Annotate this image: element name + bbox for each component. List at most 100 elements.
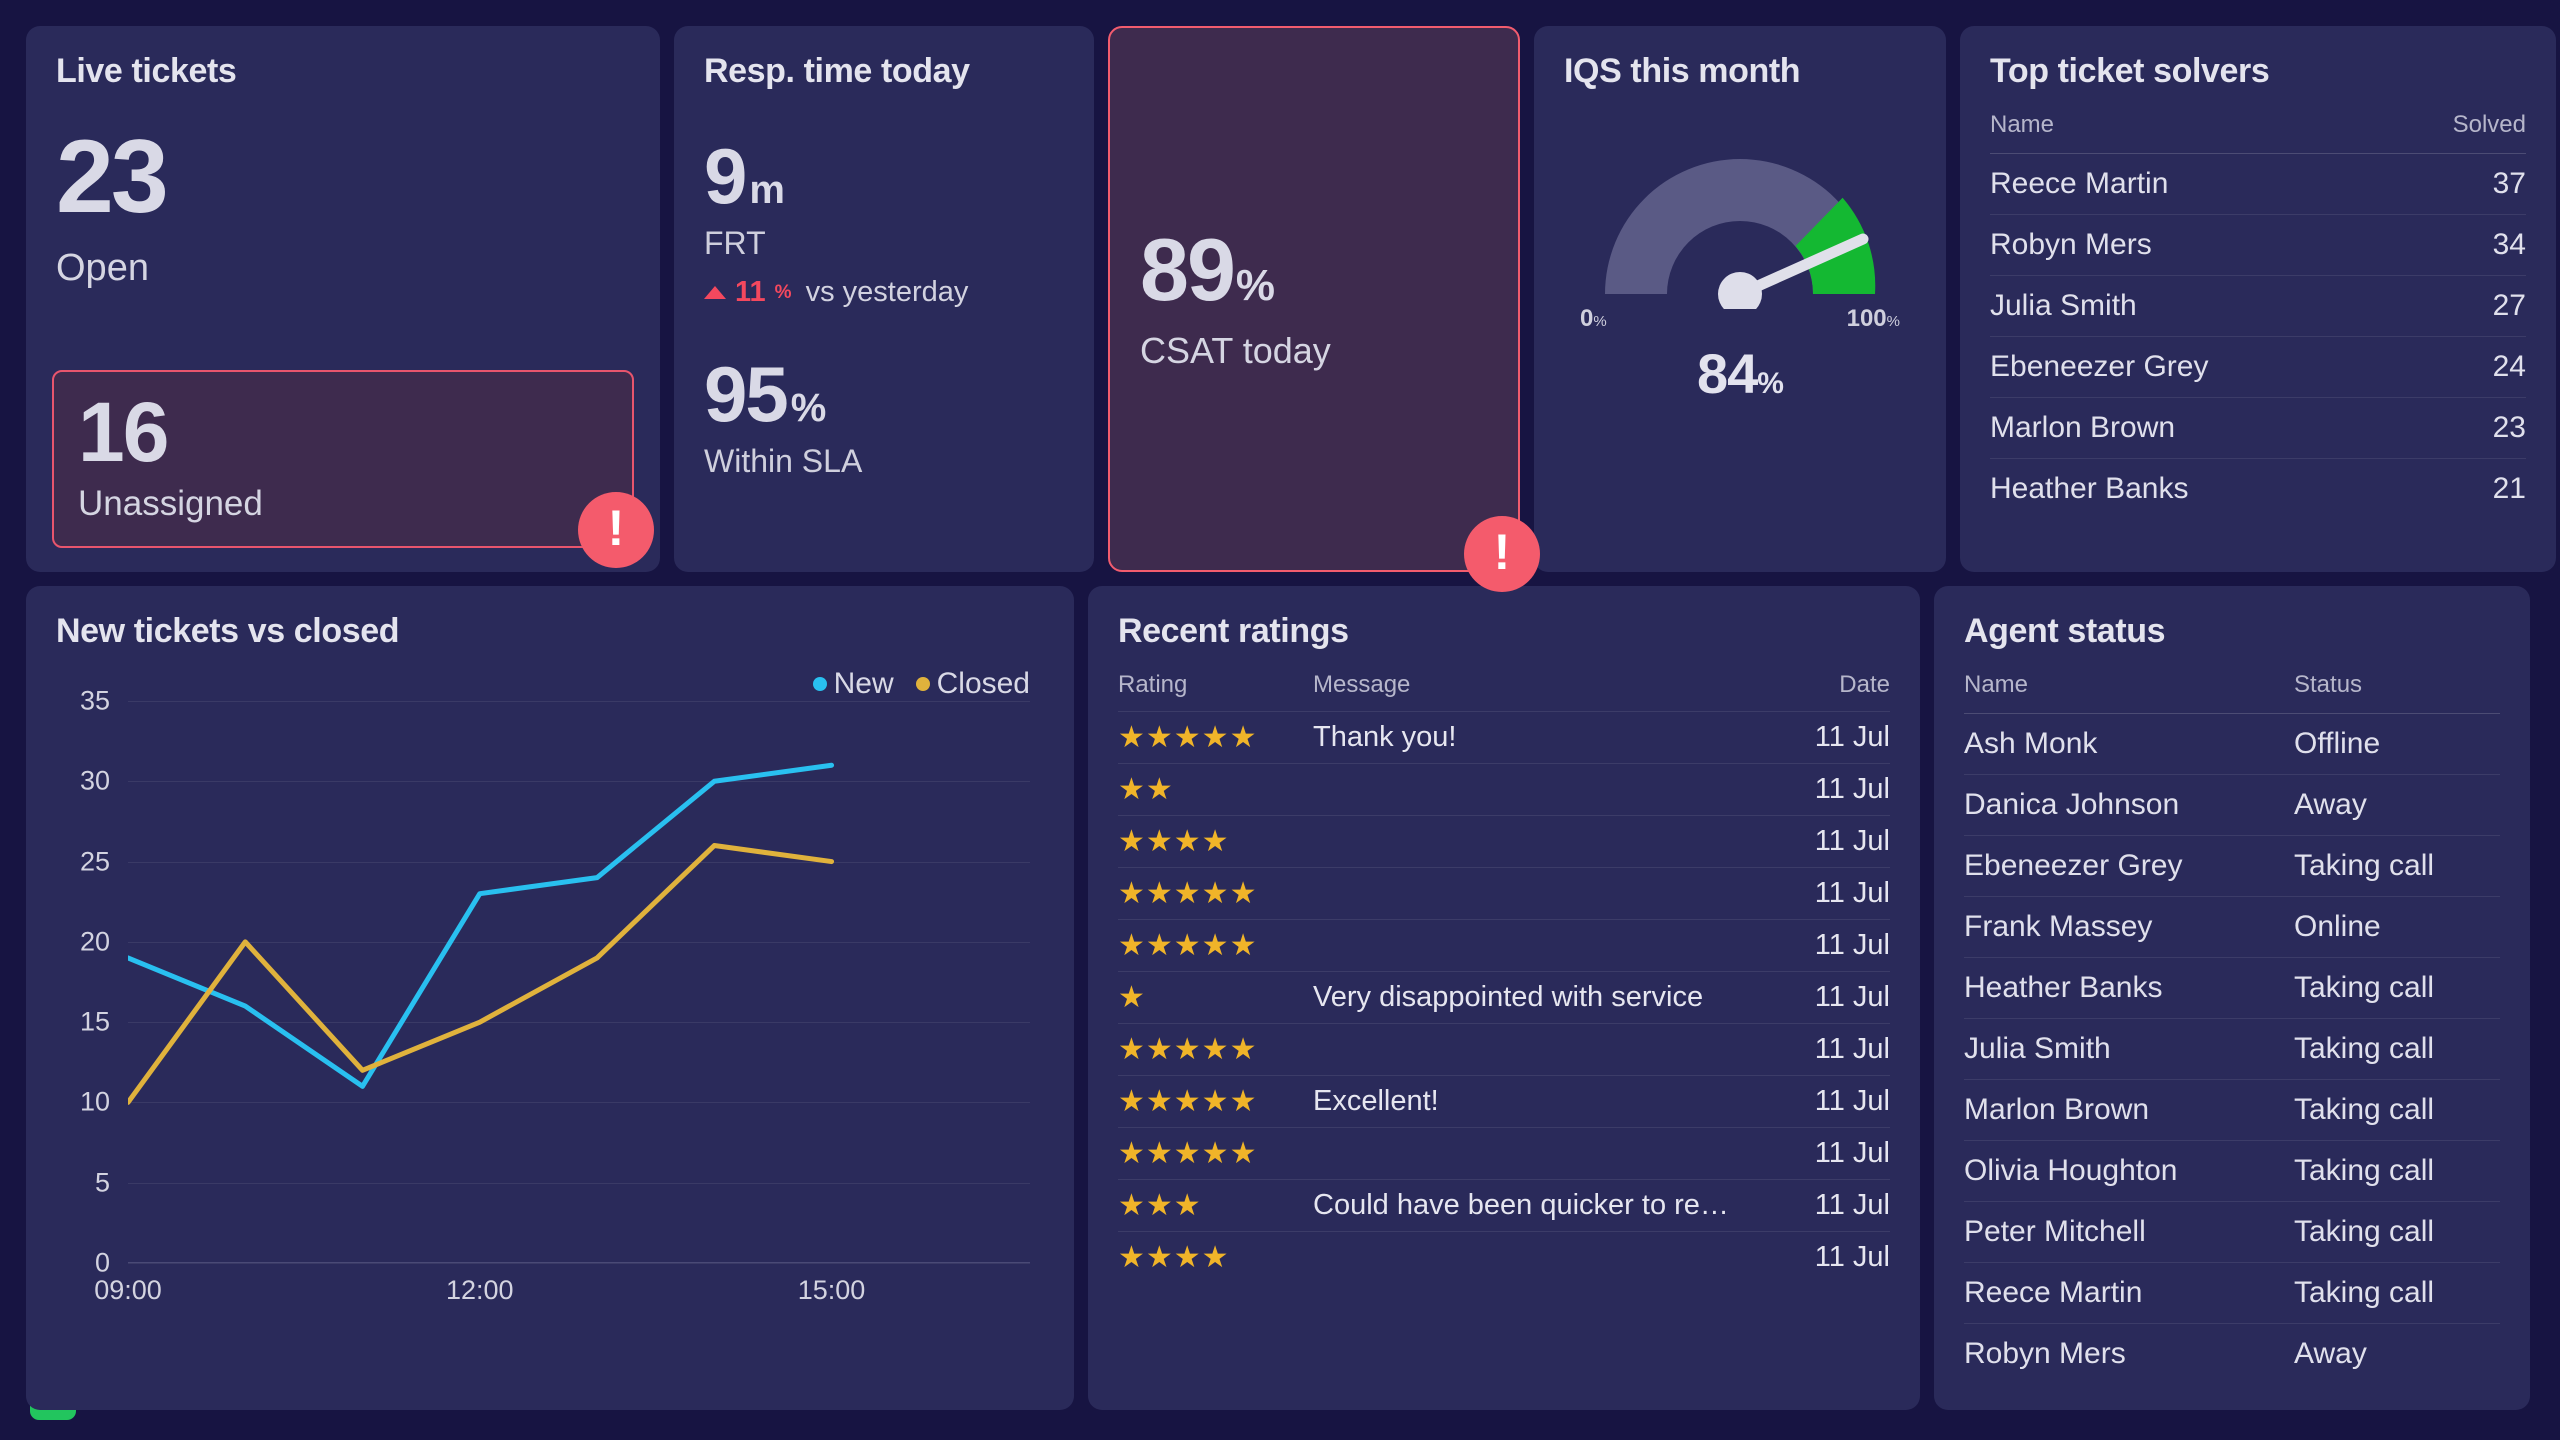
solver-count: 27 — [2391, 275, 2526, 337]
table-row[interactable]: Peter Mitchell Taking call — [1964, 1201, 2500, 1263]
agent-status-value: Offline — [2294, 713, 2500, 775]
unassigned-tickets-panel[interactable]: 16 Unassigned ! — [52, 370, 654, 568]
open-tickets-value: 23 — [56, 119, 169, 235]
list-item[interactable]: ★★★★★ 11 Jul — [1118, 1127, 1890, 1180]
table-row[interactable]: Julia Smith 27 — [1990, 275, 2526, 337]
table-row[interactable]: Ash Monk Offline — [1964, 713, 2500, 775]
response-time-title: Resp. time today — [704, 52, 970, 90]
rating-date: 11 Jul — [1760, 867, 1890, 920]
table-row[interactable]: Frank Massey Online — [1964, 896, 2500, 958]
table-row[interactable]: Marlon Brown 23 — [1990, 397, 2526, 459]
csat-widget[interactable]: 89 % CSAT today ! — [1108, 26, 1540, 592]
frt-unit: m — [749, 168, 785, 212]
star-icon-group: ★★★★ — [1118, 1241, 1230, 1274]
y-tick-label: 20 — [79, 926, 110, 957]
alert-exclamation-icon[interactable]: ! — [578, 492, 654, 568]
table-row[interactable]: Danica Johnson Away — [1964, 774, 2500, 836]
rating-message: Could have been quicker to re… — [1313, 1179, 1760, 1232]
solver-name: Marlon Brown — [1990, 397, 2392, 459]
agent-status-value: Taking call — [2294, 835, 2500, 897]
list-item[interactable]: ★★ 11 Jul — [1118, 763, 1890, 816]
solver-name: Ebeneezer Grey — [1990, 336, 2392, 398]
new-vs-closed-widget[interactable]: New tickets vs closed New Closed 0 5 10 15 20… — [26, 586, 1074, 1410]
solver-name: Heather Banks — [1990, 458, 2392, 519]
legend-label: Closed — [936, 667, 1030, 700]
chart-x-axis — [128, 1262, 1030, 1263]
frt-value: 9 — [704, 132, 747, 220]
table-row[interactable]: Heather Banks Taking call — [1964, 957, 2500, 1019]
rating-date: 11 Jul — [1760, 1179, 1890, 1232]
table-row[interactable]: Heather Banks 21 — [1990, 458, 2526, 519]
table-row[interactable]: Olivia Houghton Taking call — [1964, 1140, 2500, 1202]
recent-ratings-widget[interactable]: Recent ratings Rating Message Date ★★★★★… — [1088, 586, 1920, 1410]
gauge-min-label: 0% — [1580, 305, 1607, 332]
agent-name: Frank Massey — [1964, 896, 2294, 958]
legend-dot-icon — [915, 677, 930, 691]
rating-stars: ★★★★ — [1118, 1231, 1313, 1283]
star-icon-group: ★★★★★ — [1118, 721, 1258, 754]
rating-message: Very disappointed with service — [1313, 971, 1760, 1024]
rating-stars: ★★★★★ — [1118, 711, 1313, 764]
live-tickets-widget[interactable]: Live tickets 23 Open 16 Unassigned ! — [26, 26, 660, 572]
legend-item-new[interactable]: New — [812, 667, 894, 701]
response-time-widget[interactable]: Resp. time today 9 m FRT 11 % vs yesterd… — [674, 26, 1094, 572]
solver-count: 37 — [2391, 153, 2526, 215]
table-row[interactable]: Julia Smith Taking call — [1964, 1018, 2500, 1080]
rating-stars: ★★★★★ — [1118, 867, 1313, 920]
rating-stars: ★★★ — [1118, 1179, 1313, 1232]
trend-up-arrow-icon — [704, 286, 726, 299]
list-item[interactable]: ★★★★ 11 Jul — [1118, 1231, 1890, 1283]
list-item[interactable]: ★★★★★ Excellent! 11 Jul — [1118, 1075, 1890, 1128]
table-row[interactable]: Marlon Brown Taking call — [1964, 1079, 2500, 1141]
sla-value: 95 — [704, 350, 789, 438]
table-row[interactable]: Robyn Mers 34 — [1990, 214, 2526, 276]
table-row[interactable]: Ebeneezer Grey 24 — [1990, 336, 2526, 398]
x-tick-label: 09:00 — [94, 1275, 162, 1305]
table-row[interactable]: Robyn Mers Away — [1964, 1323, 2500, 1384]
frt-label: FRT — [704, 225, 766, 261]
y-tick-label: 10 — [79, 1086, 110, 1117]
agent-name: Julia Smith — [1964, 1018, 2294, 1080]
legend-label: New — [833, 667, 894, 700]
solver-name: Robyn Mers — [1990, 214, 2392, 276]
x-tick-label: 12:00 — [445, 1275, 514, 1305]
rating-message — [1313, 919, 1760, 972]
agent-status-table: Name Status Ash Monk Offline Danica Johnso… — [1964, 655, 2500, 1384]
table-row[interactable]: Reece Martin Taking call — [1964, 1262, 2500, 1324]
list-item[interactable]: ★★★ Could have been quicker to re… 11 Jul — [1118, 1179, 1890, 1232]
agent-status-value: Online — [2294, 896, 2500, 958]
y-tick-label: 25 — [79, 846, 110, 877]
star-icon-group: ★★★★★ — [1118, 1085, 1258, 1118]
list-item[interactable]: ★★★★★ 11 Jul — [1118, 919, 1890, 972]
top-solvers-table: Name Solved Reece Martin 37 Robyn Mers 34 Ju… — [1990, 95, 2526, 519]
recent-ratings-header: Rating Message Date — [1118, 655, 1890, 712]
gauge-value-number: 84 — [1697, 342, 1758, 405]
agent-status-header: Name Status — [1964, 655, 2500, 714]
solver-count: 21 — [2391, 458, 2526, 519]
list-item[interactable]: ★★★★ 11 Jul — [1118, 815, 1890, 868]
iqs-gauge: 0% 100% 84% — [1564, 119, 1916, 406]
table-row[interactable]: Ebeneezer Grey Taking call — [1964, 835, 2500, 897]
top-solvers-widget[interactable]: Top ticket solvers Name Solved Reece Mar… — [1960, 26, 2556, 572]
iqs-widget[interactable]: IQS this month 0% 100% 84% — [1534, 26, 1946, 572]
rating-stars: ★★★★★ — [1118, 1075, 1313, 1128]
list-item[interactable]: ★★★★★ Thank you! 11 Jul — [1118, 711, 1890, 764]
agent-status-widget[interactable]: Agent status Name Status Ash Monk Offline… — [1934, 586, 2530, 1410]
csat-alert-exclamation-icon[interactable]: ! — [1464, 516, 1540, 592]
legend-item-closed[interactable]: Closed — [915, 667, 1030, 701]
iqs-title: IQS this month — [1564, 52, 1801, 90]
sla-value-row: 95 % — [704, 355, 1064, 433]
list-item[interactable]: ★ Very disappointed with service 11 Jul — [1118, 971, 1890, 1024]
x-tick-label: 15:00 — [797, 1275, 866, 1305]
agent-name: Heather Banks — [1964, 957, 2294, 1019]
trend-unit: % — [774, 281, 792, 303]
rating-message — [1313, 1023, 1760, 1076]
series-line-new — [128, 765, 832, 1086]
rating-stars: ★ — [1118, 971, 1313, 1024]
star-icon-group: ★★★ — [1118, 1189, 1202, 1222]
col-header-agent-status: Status — [2294, 671, 2363, 698]
rating-date: 11 Jul — [1760, 815, 1890, 868]
table-row[interactable]: Reece Martin 37 — [1990, 153, 2526, 215]
list-item[interactable]: ★★★★★ 11 Jul — [1118, 867, 1890, 920]
list-item[interactable]: ★★★★★ 11 Jul — [1118, 1023, 1890, 1076]
